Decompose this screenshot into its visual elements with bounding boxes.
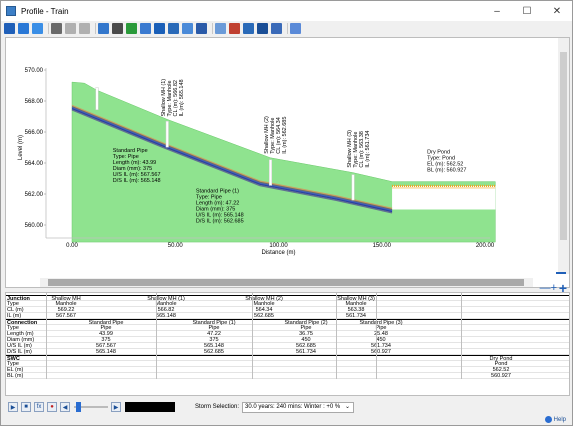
grid-icon[interactable] <box>51 22 62 34</box>
storm-selection-value: 30.0 years: 240 mins: Winter : +0 % <box>245 403 341 410</box>
redo-icon[interactable] <box>79 22 90 34</box>
chevron-down-icon: ⌄ <box>345 403 351 410</box>
profile-icon[interactable] <box>98 22 109 34</box>
table-divider <box>46 293 47 379</box>
help-label: Help <box>553 416 566 423</box>
play-icon[interactable]: ▶ <box>8 402 18 412</box>
storm-selection-dropdown[interactable]: 30.0 years: 240 mins: Winter : +0 % ⌄ <box>242 401 355 413</box>
table-divider <box>376 293 377 379</box>
settings-icon[interactable] <box>215 22 226 34</box>
table-cell: 560.927 <box>491 373 511 379</box>
x-tick-label: 0.00 <box>66 243 78 249</box>
table-icon[interactable] <box>182 22 193 34</box>
help-link[interactable]: Help <box>544 416 566 423</box>
select-icon[interactable] <box>4 22 15 34</box>
zoom-out-icon[interactable] <box>556 272 566 274</box>
export-icon[interactable] <box>243 22 254 34</box>
link-icon[interactable] <box>140 22 151 34</box>
x-tick-label: 100.00 <box>269 243 288 249</box>
undo-icon[interactable] <box>65 22 76 34</box>
save-icon[interactable] <box>257 22 268 34</box>
x-axis-label: Distance (m) <box>261 250 295 256</box>
manhole-2 <box>165 121 169 148</box>
y-tick-label: 566.00 <box>25 130 44 136</box>
pan-icon[interactable] <box>18 22 29 34</box>
storm-selection-label: Storm Selection: <box>195 404 240 410</box>
fx-icon[interactable]: fx <box>34 402 44 412</box>
vertical-scrollbar[interactable] <box>558 38 569 274</box>
annotation-pipe1: Standard Pipe (1) Type: Pipe Length (m): 4… <box>196 188 244 224</box>
table-divider <box>252 293 253 379</box>
table-divider <box>336 293 337 379</box>
profile-table: Junction Shallow MH Shallow MH (1) Shallow … <box>5 292 570 396</box>
manhole-icon[interactable] <box>168 22 179 34</box>
chart-icon[interactable] <box>196 22 207 34</box>
x-tick-label: 150.00 <box>373 243 392 249</box>
refresh-icon[interactable] <box>290 22 301 34</box>
stop-icon[interactable]: ■ <box>21 402 31 412</box>
annotation-mh1: Shallow MH (1)Type: ManholeCL (m): 566.8… <box>161 79 185 117</box>
vertical-scroll-thumb[interactable] <box>560 52 567 240</box>
title-bar: Profile - Train – ☐ ✕ <box>1 1 572 21</box>
manhole-1 <box>95 87 99 110</box>
table-divider <box>461 293 462 379</box>
y-tick-label: 562.00 <box>25 192 44 198</box>
forward-icon[interactable]: ▶ <box>111 402 121 412</box>
profile-window: Profile - Train – ☐ ✕ 560.00 562.00 564.00… <box>0 0 573 426</box>
y-tick-label: 564.00 <box>25 161 44 167</box>
tools-icon[interactable] <box>126 22 137 34</box>
table-row: BL (m) 560.927 <box>6 373 569 379</box>
profile-chart: 560.00 562.00 564.00 566.00 568.00 570.00 0.00… <box>18 58 500 256</box>
horizontal-scrollbar[interactable] <box>40 278 533 287</box>
row-label: BL (m) <box>7 373 24 379</box>
crosshair-icon[interactable] <box>32 22 43 34</box>
x-tick-label: 50.00 <box>168 243 184 249</box>
x-tick-label: 200.00 <box>476 243 495 249</box>
pond-area <box>392 185 496 210</box>
help-icon <box>544 416 552 423</box>
flow-icon[interactable] <box>229 22 240 34</box>
minimize-button[interactable]: – <box>482 1 512 21</box>
annotation-mh2: Shallow MH (2)Type: ManholeCL (m): 564.3… <box>264 116 288 154</box>
y-tick-label: 568.00 <box>25 99 44 105</box>
y-tick-label: 560.00 <box>25 223 44 229</box>
manhole-4 <box>351 174 355 201</box>
toolbar <box>1 21 572 35</box>
pipe-icon[interactable] <box>154 22 165 34</box>
y-axis-label: Level (m) <box>18 135 24 160</box>
table-divider <box>156 293 157 379</box>
horizontal-scroll-thumb[interactable] <box>48 279 524 286</box>
layers-icon[interactable] <box>112 22 123 34</box>
manhole-3 <box>268 159 272 186</box>
y-tick-label: 570.00 <box>25 68 44 74</box>
window-title: Profile - Train <box>21 6 69 16</box>
close-button[interactable]: ✕ <box>542 1 572 21</box>
profile-plot: 560.00 562.00 564.00 566.00 568.00 570.00 0.00… <box>5 37 570 295</box>
rewind-icon[interactable]: ◀ <box>60 402 70 412</box>
maximize-button[interactable]: ☐ <box>512 1 542 21</box>
playback-bar: ▶ ■ fx ● ◀ ▶ Storm Selection: 30.0 years… <box>5 400 570 414</box>
app-icon <box>6 6 16 16</box>
record-icon[interactable]: ● <box>47 402 57 412</box>
annotation-mh3: Shallow MH (3)Type: ManholeCL (m): 563.3… <box>347 130 371 168</box>
time-slider[interactable] <box>74 402 108 412</box>
print-icon[interactable] <box>271 22 282 34</box>
time-display <box>125 402 175 412</box>
